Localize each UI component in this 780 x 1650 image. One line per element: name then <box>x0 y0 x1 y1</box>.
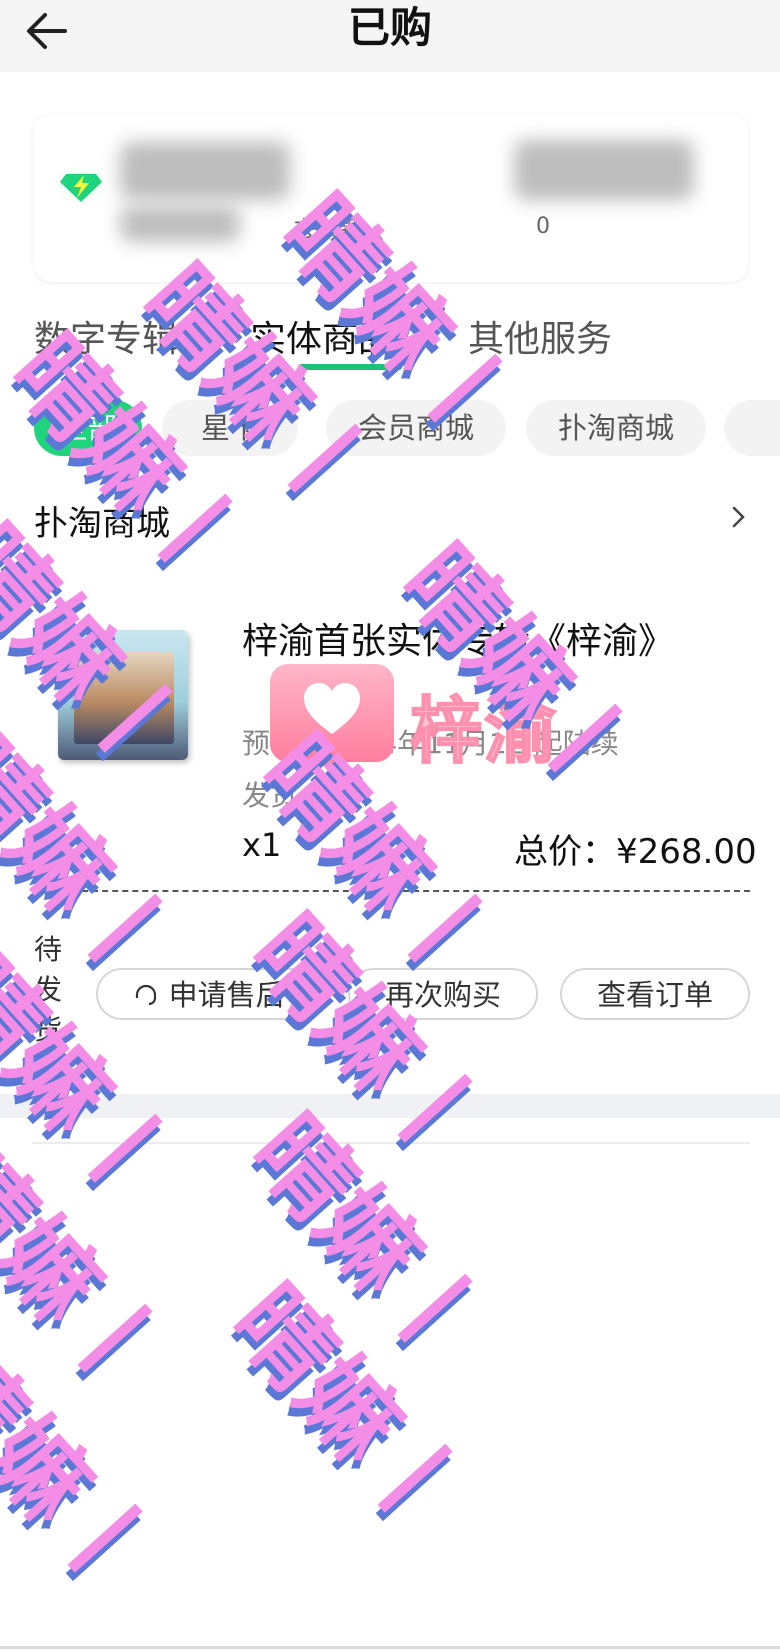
chip-all[interactable]: 全部 <box>34 400 142 456</box>
chevron-right-icon[interactable] <box>726 502 750 532</box>
heart-icon <box>304 683 360 734</box>
renew-link[interactable]: 去续费 › <box>292 210 381 245</box>
blurred-info <box>120 206 240 242</box>
chip-member-mall[interactable]: 会员商城 <box>326 400 506 456</box>
view-order-button[interactable]: 查看订单 <box>560 968 750 1020</box>
chip-more[interactable] <box>724 400 780 456</box>
watermark-text: 晴嫲丨 <box>210 1264 487 1554</box>
order-status: 待发货 <box>34 933 63 1046</box>
section-separator <box>0 1094 780 1118</box>
active-tab-indicator <box>298 364 402 370</box>
headset-icon <box>136 984 157 1006</box>
dashed-divider <box>32 890 750 892</box>
page-title: 已购 <box>347 3 432 52</box>
purchased-page: 已购 去续费 › 0 数字专辑 实体商品 其他服务 全部 星卡 会员商城 扑淘商… <box>0 0 780 1650</box>
tab-digital-albums[interactable]: 数字专辑 <box>34 310 178 362</box>
blurred-right-info <box>514 140 694 200</box>
apply-aftersale-button[interactable]: 申请售后 <box>96 968 322 1020</box>
sticker-tail <box>316 756 344 774</box>
watermark-text: 晴嫲丨 <box>0 1324 177 1614</box>
thin-divider <box>32 1142 750 1144</box>
shop-name[interactable]: 扑淘商城 <box>34 496 170 545</box>
product-meta-line2: 发货 CD <box>242 779 349 812</box>
watermark-text: 晴嫲丨 <box>230 894 507 1184</box>
tab-physical-goods[interactable]: 实体商品 <box>250 310 394 362</box>
bottom-divider <box>0 1646 780 1649</box>
buy-again-button[interactable]: 再次购买 <box>348 968 538 1020</box>
top-bar: 已购 <box>0 0 780 72</box>
album-cover-art <box>74 652 174 744</box>
chip-putao-mall[interactable]: 扑淘商城 <box>526 400 706 456</box>
order-total: 总价：¥268.00 <box>514 832 757 872</box>
chip-star-card[interactable]: 星卡 <box>162 400 298 456</box>
tab-other-services[interactable]: 其他服务 <box>468 310 612 362</box>
product-thumbnail[interactable] <box>58 630 188 760</box>
member-value: 0 <box>536 214 550 239</box>
member-card[interactable]: 去续费 › 0 <box>34 114 748 282</box>
watermark-text: 晴嫲丨 <box>230 1094 507 1384</box>
category-tabs: 数字专辑 实体商品 其他服务 <box>34 310 754 370</box>
sticker-logo-text: 梓渝 <box>409 688 559 774</box>
watermark-text: 晴嫲丨 <box>0 1124 187 1414</box>
watermark-text: 晴嫲丨 <box>0 934 197 1224</box>
product-title[interactable]: 梓渝首张实体专辑《梓渝》 <box>242 612 674 664</box>
product-quantity: x1 <box>242 826 282 864</box>
lightning-gem-icon <box>52 162 110 206</box>
blurred-username <box>120 142 290 200</box>
